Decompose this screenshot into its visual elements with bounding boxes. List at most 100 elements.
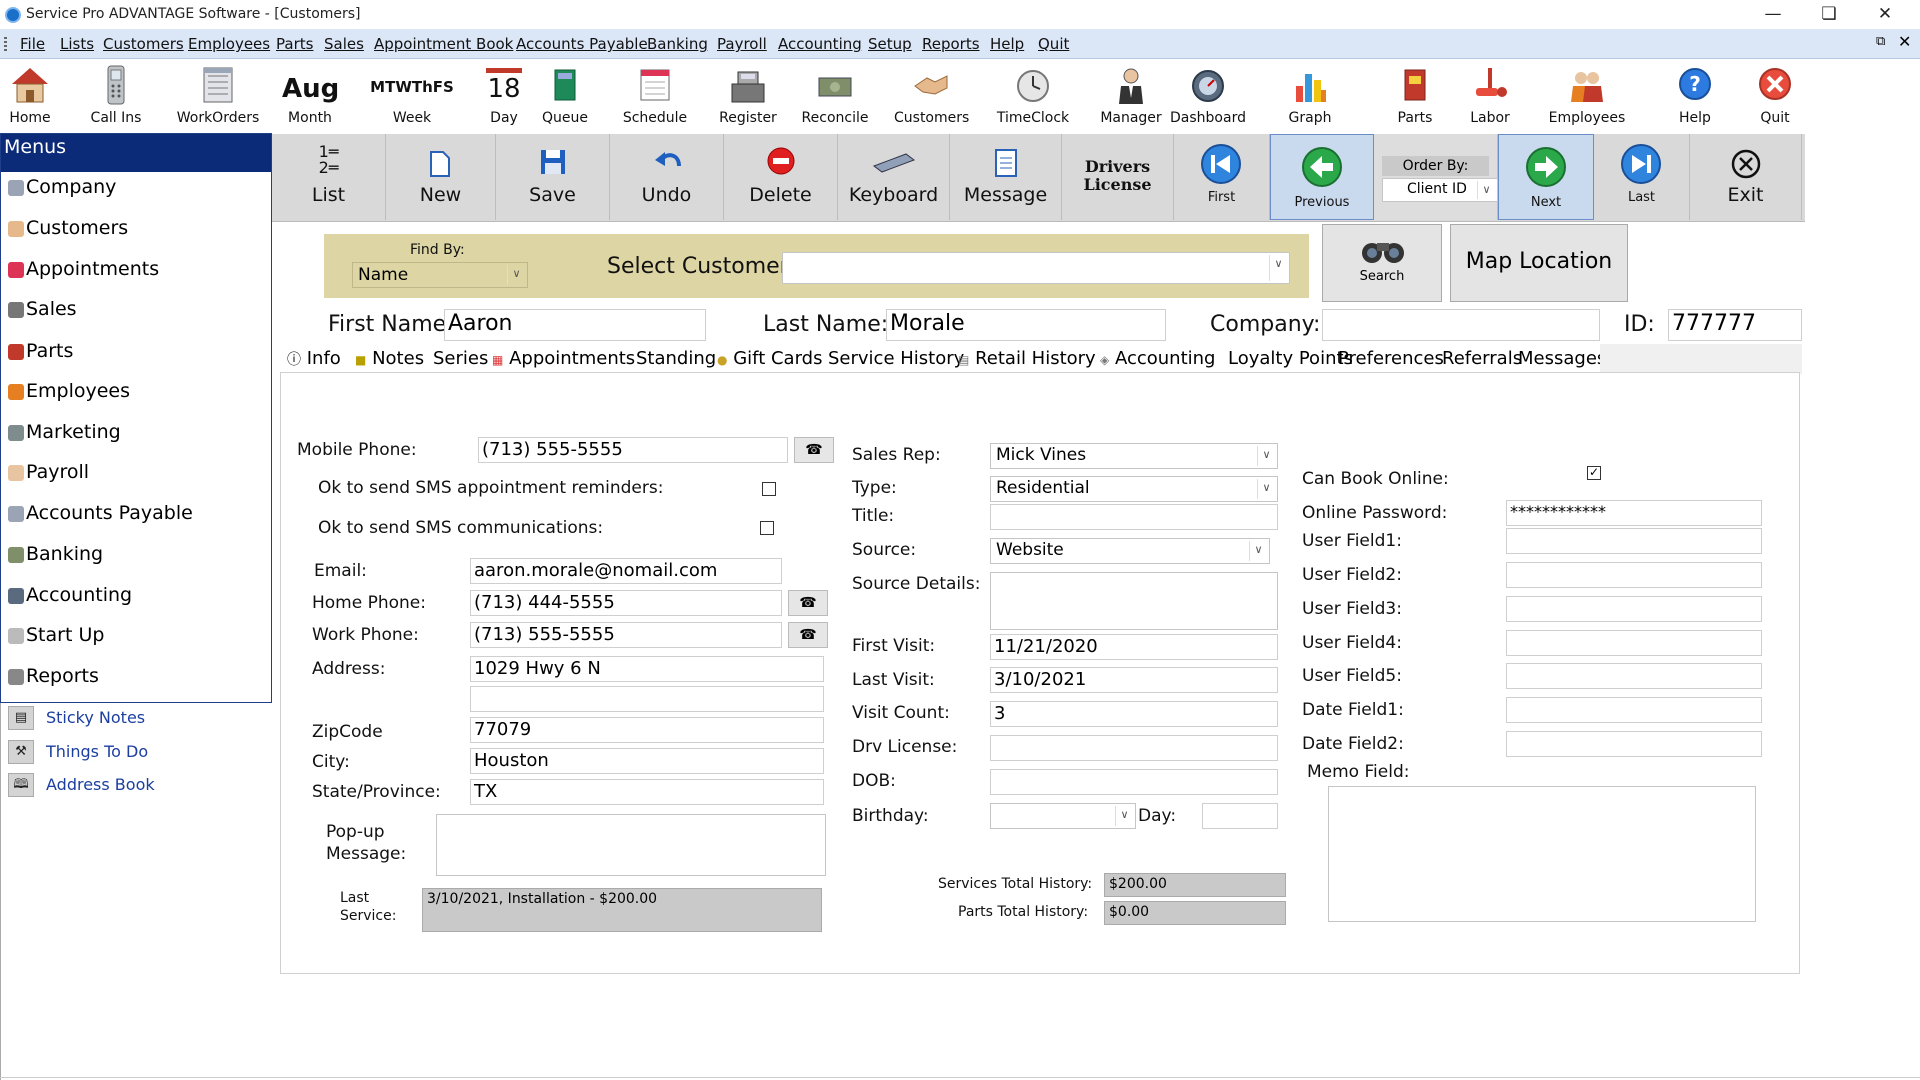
sidebar-item-parts[interactable]: Parts — [8, 332, 73, 362]
birthday-select[interactable]: ∨ — [990, 803, 1136, 829]
date-field1-input[interactable] — [1506, 697, 1762, 723]
week-button[interactable]: MTWThFS Week — [370, 60, 454, 132]
address-line2-input[interactable] — [470, 686, 824, 712]
sidebar-item-company[interactable]: Company — [8, 168, 116, 198]
city-input[interactable]: Houston — [470, 748, 824, 774]
sticky-notes-link[interactable]: ▤ Sticky Notes — [4, 704, 269, 732]
sales-rep-select[interactable]: Mick Vines ∨ — [990, 443, 1278, 469]
menu-sales[interactable]: Sales — [324, 35, 364, 53]
home-phone-input[interactable]: (713) 444-5555 — [470, 590, 782, 616]
type-select[interactable]: Residential ∨ — [990, 476, 1278, 502]
sidebar-item-payroll[interactable]: Payroll — [8, 453, 89, 483]
user-field1-input[interactable] — [1506, 528, 1762, 554]
menu-file[interactable]: File — [20, 35, 45, 53]
select-customer-input[interactable]: ∨ — [782, 252, 1290, 284]
last-name-input[interactable]: Morale — [886, 309, 1166, 341]
id-input[interactable]: 777777 — [1668, 309, 1802, 341]
tab-service-history[interactable]: Service History — [828, 344, 964, 374]
sidebar-item-customers[interactable]: Customers — [8, 209, 128, 239]
sidebar-item-marketing[interactable]: Marketing — [8, 413, 121, 443]
online-password-input[interactable]: ************ — [1506, 500, 1762, 526]
menu-lists[interactable]: Lists — [60, 35, 94, 53]
queue-button[interactable]: Queue — [540, 60, 590, 132]
message-button[interactable]: Message — [950, 134, 1062, 220]
memo-field-input[interactable] — [1328, 786, 1756, 922]
dial-home-button[interactable]: ☎ — [788, 590, 828, 616]
previous-record-button[interactable]: Previous — [1270, 134, 1374, 220]
source-details-input[interactable] — [990, 572, 1278, 630]
day-input[interactable] — [1202, 803, 1278, 829]
customers-button[interactable]: Customers — [894, 60, 969, 132]
address-book-link[interactable]: 🕮 Address Book — [4, 771, 269, 799]
close-window-button[interactable]: ✕ — [1862, 2, 1908, 26]
sidebar-item-accounts-payable[interactable]: Accounts Payable — [8, 494, 193, 524]
mdi-restore-icon[interactable]: ⧉ — [1876, 34, 1885, 49]
save-button[interactable]: Save — [496, 134, 610, 220]
menu-help[interactable]: Help — [990, 35, 1024, 53]
find-by-select[interactable]: Name ∨ — [352, 262, 528, 288]
sidebar-item-appointments[interactable]: Appointments — [8, 250, 159, 280]
dial-work-button[interactable]: ☎ — [788, 622, 828, 648]
dashboard-button[interactable]: Dashboard — [1170, 60, 1246, 132]
menu-appointment-book[interactable]: Appointment Book — [374, 35, 513, 53]
tab-accounting[interactable]: ◈ Accounting — [1100, 344, 1215, 374]
visit-count-input[interactable]: 3 — [990, 701, 1278, 727]
minimize-button[interactable]: — — [1750, 2, 1796, 26]
first-visit-input[interactable]: 11/21/2020 — [990, 634, 1278, 660]
tab-notes[interactable]: ■ Notes — [355, 344, 424, 374]
first-record-button[interactable]: First — [1174, 134, 1270, 220]
order-by-select[interactable]: Client ID ∨ — [1382, 178, 1498, 202]
user-field4-input[interactable] — [1506, 630, 1762, 656]
user-field5-input[interactable] — [1506, 663, 1762, 689]
sidebar-item-sales[interactable]: Sales — [8, 290, 77, 320]
manager-button[interactable]: Manager — [1100, 60, 1162, 132]
register-button[interactable]: Register — [714, 60, 782, 132]
menu-banking[interactable]: Banking — [647, 35, 708, 53]
employees-button[interactable]: Employees — [1546, 60, 1628, 132]
exit-button[interactable]: Exit — [1690, 134, 1802, 220]
tab-gift-cards[interactable]: ● Gift Cards — [717, 344, 822, 374]
menu-accounting[interactable]: Accounting — [778, 35, 862, 53]
mobile-phone-input[interactable]: (713) 555-5555 — [478, 437, 788, 463]
dob-input[interactable] — [990, 769, 1278, 795]
tab-standing[interactable]: Standing — [636, 344, 716, 374]
menu-reports[interactable]: Reports — [922, 35, 980, 53]
home-button[interactable]: Home — [2, 60, 58, 132]
first-name-input[interactable]: Aaron — [444, 309, 706, 341]
can-book-online-checkbox[interactable]: ✓ — [1587, 466, 1601, 480]
last-visit-input[interactable]: 3/10/2021 — [990, 667, 1278, 693]
sidebar-item-start-up[interactable]: Start Up — [8, 616, 104, 646]
company-input[interactable] — [1322, 309, 1600, 341]
tab-preferences[interactable]: Preferences — [1338, 344, 1444, 374]
labor-button[interactable]: Labor — [1466, 60, 1514, 132]
popup-message-input[interactable] — [436, 814, 826, 876]
map-location-button[interactable]: Map Location — [1450, 224, 1628, 302]
schedule-button[interactable]: Schedule — [620, 60, 690, 132]
graph-button[interactable]: Graph — [1286, 60, 1334, 132]
menu-parts[interactable]: Parts — [276, 35, 313, 53]
state-input[interactable]: TX — [470, 779, 824, 805]
menu-setup[interactable]: Setup — [868, 35, 912, 53]
parts-button[interactable]: Parts — [1390, 60, 1440, 132]
dial-mobile-button[interactable]: ☎ — [794, 437, 834, 463]
undo-button[interactable]: Undo — [610, 134, 724, 220]
menu-customers[interactable]: Customers — [103, 35, 184, 53]
sidebar-item-reports[interactable]: Reports — [8, 657, 99, 687]
sms-comm-checkbox[interactable] — [760, 521, 774, 535]
last-record-button[interactable]: Last — [1594, 134, 1690, 220]
email-input[interactable]: aaron.morale@nomail.com — [470, 558, 782, 584]
sidebar-item-accounting[interactable]: Accounting — [8, 576, 132, 606]
maximize-button[interactable]: ❏ — [1806, 2, 1852, 26]
tab-retail-history[interactable]: ▤ Retail History — [958, 344, 1096, 374]
search-button[interactable]: Search — [1322, 224, 1442, 302]
next-record-button[interactable]: Next — [1498, 134, 1594, 220]
tab-info[interactable]: ⓘ Info — [287, 344, 341, 374]
title-input[interactable] — [990, 504, 1278, 530]
things-to-do-link[interactable]: ⚒ Things To Do — [4, 738, 269, 766]
user-field2-input[interactable] — [1506, 562, 1762, 588]
day-button[interactable]: 18 Day — [482, 60, 526, 132]
menu-accounts-payable[interactable]: Accounts Payable — [516, 35, 648, 53]
sidebar-item-employees[interactable]: Employees — [8, 372, 130, 402]
sms-reminders-checkbox[interactable] — [762, 482, 776, 496]
keyboard-button[interactable]: Keyboard — [838, 134, 950, 220]
